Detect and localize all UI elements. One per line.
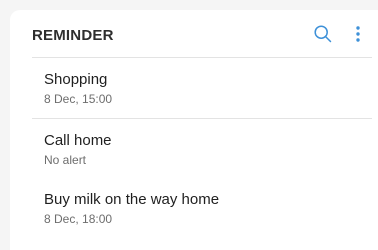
reminder-screen: REMINDER Shopping 8 Dec, 15:00 Call home… [0, 0, 378, 250]
list-divider [32, 118, 372, 119]
reminder-time: 8 Dec, 15:00 [44, 92, 113, 106]
more-options-button[interactable] [348, 22, 368, 46]
reminder-title: Call home [44, 132, 112, 149]
reminder-item-buy-milk[interactable]: Buy milk on the way home 8 Dec, 18:00 [10, 182, 378, 238]
search-button[interactable] [310, 22, 336, 46]
more-vertical-icon [356, 26, 360, 42]
search-icon [314, 25, 332, 43]
toolbar-divider [32, 57, 372, 58]
toolbar: REMINDER [10, 10, 378, 58]
reminder-title: Shopping [44, 71, 108, 88]
reminder-time: 8 Dec, 18:00 [44, 212, 113, 226]
reminder-card: REMINDER Shopping 8 Dec, 15:00 Call home… [10, 10, 378, 250]
reminder-item-shopping[interactable]: Shopping 8 Dec, 15:00 [10, 62, 378, 118]
page-title: REMINDER [32, 27, 114, 44]
reminder-alert-status: No alert [44, 153, 87, 167]
reminder-title: Buy milk on the way home [44, 191, 220, 208]
reminder-item-call-home[interactable]: Call home No alert [10, 123, 378, 179]
